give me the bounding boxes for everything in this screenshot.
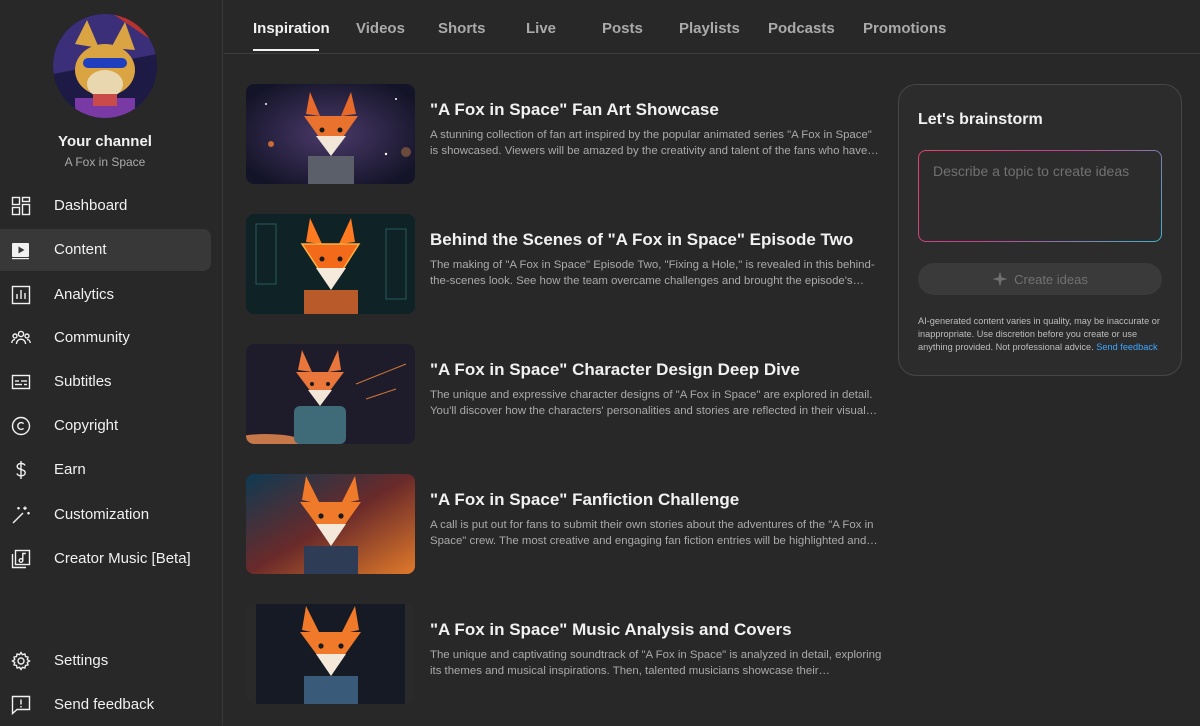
idea-title: Behind the Scenes of "A Fox in Space" Ep… — [430, 230, 854, 249]
idea-description: The making of "A Fox in Space" Episode T… — [430, 259, 875, 287]
sidebar: Your channel A Fox in Space Dashboard Co… — [0, 0, 223, 725]
magic-wand-icon — [11, 505, 31, 525]
feedback-icon — [11, 695, 31, 715]
sidebar-item-analytics[interactable]: Analytics — [0, 274, 211, 316]
idea-thumbnail — [246, 604, 415, 704]
idea-thumbnail — [246, 474, 415, 574]
sidebar-item-content[interactable]: Content — [0, 229, 211, 271]
sidebar-item-community[interactable]: Community — [0, 317, 211, 359]
topic-input[interactable] — [919, 151, 1161, 241]
active-tab-indicator — [253, 49, 319, 51]
sidebar-item-subtitles[interactable]: Subtitles — [0, 361, 211, 403]
brainstorm-panel: Let's brainstorm Create ideas AI-generat… — [898, 84, 1182, 376]
sidebar-item-copyright[interactable]: Copyright — [0, 405, 211, 447]
tab-podcasts[interactable]: Podcasts — [768, 20, 835, 37]
sidebar-item-label: Earn — [54, 461, 86, 478]
tab-playlists[interactable]: Playlists — [679, 20, 740, 37]
music-note-icon — [11, 549, 31, 569]
sidebar-item-label: Copyright — [54, 417, 119, 434]
copyright-icon — [11, 416, 31, 436]
channel-name: A Fox in Space — [64, 155, 146, 169]
create-ideas-button[interactable]: Create ideas — [918, 263, 1162, 295]
sidebar-item-settings[interactable]: Settings — [0, 640, 211, 682]
content-icon — [11, 240, 31, 260]
sidebar-item-label: Dashboard — [54, 197, 128, 214]
sidebar-item-label: Creator Music [Beta] — [54, 550, 191, 567]
sidebar-item-label: Analytics — [54, 286, 115, 303]
idea-title: "A Fox in Space" Music Analysis and Cove… — [430, 620, 792, 639]
idea-title: "A Fox in Space" Fanfiction Challenge — [430, 490, 740, 509]
dollar-icon — [11, 460, 31, 480]
idea-card[interactable]: "A Fox in Space" Fan Art Showcase A stun… — [246, 84, 886, 184]
subtitles-icon — [11, 372, 31, 392]
sidebar-item-label: Content — [54, 241, 107, 258]
sparkle-icon — [992, 271, 1008, 287]
sidebar-item-label: Settings — [54, 652, 109, 669]
sidebar-item-label: Subtitles — [54, 373, 112, 390]
sidebar-item-label: Customization — [54, 506, 150, 523]
sidebar-item-customization[interactable]: Customization — [0, 494, 211, 536]
send-feedback-link[interactable]: Send feedback — [1096, 342, 1157, 352]
sidebar-item-earn[interactable]: Earn — [0, 449, 211, 491]
tab-shorts[interactable]: Shorts — [438, 20, 486, 37]
tab-videos[interactable]: Videos — [356, 20, 405, 37]
channel-title: Your channel — [58, 133, 152, 150]
tab-inspiration[interactable]: Inspiration — [253, 20, 330, 37]
tab-posts[interactable]: Posts — [602, 20, 643, 37]
create-ideas-label: Create ideas — [1014, 271, 1088, 287]
dashboard-icon — [11, 196, 31, 216]
panel-title: Let's brainstorm — [918, 111, 1043, 128]
idea-card[interactable]: "A Fox in Space" Character Design Deep D… — [246, 344, 886, 444]
idea-card[interactable]: "A Fox in Space" Fanfiction Challenge A … — [246, 474, 886, 574]
idea-card[interactable]: "A Fox in Space" Music Analysis and Cove… — [246, 604, 886, 704]
tab-live[interactable]: Live — [526, 20, 556, 37]
tab-promotions[interactable]: Promotions — [863, 20, 946, 37]
sidebar-item-label: Community — [54, 329, 130, 346]
idea-thumbnail — [246, 84, 415, 184]
idea-title: "A Fox in Space" Character Design Deep D… — [430, 360, 800, 379]
idea-description: A stunning collection of fan art inspire… — [430, 129, 879, 157]
idea-description: The unique and expressive character desi… — [430, 389, 878, 417]
sidebar-item-creator-music[interactable]: Creator Music [Beta] — [0, 538, 211, 580]
idea-thumbnail — [246, 214, 415, 314]
community-icon — [11, 328, 31, 348]
idea-card[interactable]: Behind the Scenes of "A Fox in Space" Ep… — [246, 214, 886, 314]
idea-description: The unique and captivating soundtrack of… — [430, 649, 882, 677]
ai-disclaimer: AI-generated content varies in quality, … — [918, 315, 1168, 354]
idea-description: A call is put out for fans to submit the… — [430, 519, 878, 547]
sidebar-item-dashboard[interactable]: Dashboard — [0, 185, 211, 227]
sidebar-item-send-feedback[interactable]: Send feedback — [0, 684, 211, 726]
idea-title: "A Fox in Space" Fan Art Showcase — [430, 100, 719, 119]
sidebar-item-label: Send feedback — [54, 696, 155, 713]
idea-thumbnail — [246, 344, 415, 444]
channel-avatar[interactable] — [53, 14, 157, 118]
topic-field-border — [918, 150, 1162, 242]
analytics-icon — [11, 285, 31, 305]
gear-icon — [11, 651, 31, 671]
